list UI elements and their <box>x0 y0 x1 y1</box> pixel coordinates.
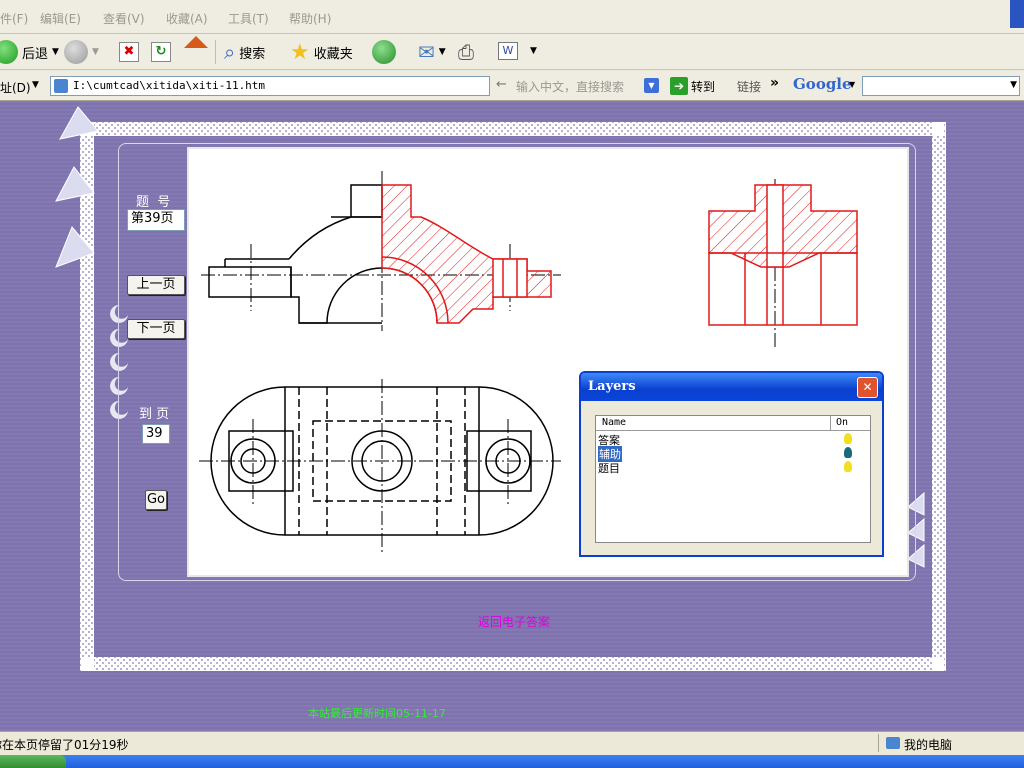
layer-name: 题目 <box>598 462 620 475</box>
google-toolbar-logo[interactable]: Google <box>793 75 852 93</box>
forward-arrow-icon <box>64 40 88 64</box>
menu-favorites[interactable]: 收藏(A) <box>166 10 208 27</box>
close-icon: ✕ <box>862 380 873 394</box>
back-label: 后退 <box>22 46 49 62</box>
page-number-field[interactable]: 第39页 <box>127 209 185 231</box>
layers-dialog-titlebar[interactable]: Layers ✕ <box>581 373 882 401</box>
hint-dropdown-icon[interactable]: ▼ <box>644 78 659 93</box>
layers-list[interactable]: Name On 答案 辅助 题目 <box>595 415 871 543</box>
links-label[interactable]: 链接 <box>737 78 761 95</box>
search-hint-field[interactable]: ← 输入中文，直接搜索 ▼ <box>494 76 664 96</box>
layers-dialog-title: Layers <box>588 379 636 394</box>
home-icon <box>184 36 208 48</box>
layer-row[interactable]: 题目 <box>596 460 870 475</box>
address-label: 址(D) <box>0 81 31 95</box>
chevron-right-icon[interactable]: » <box>770 75 779 91</box>
dropdown-arrow-icon[interactable]: ▼ <box>1010 80 1017 90</box>
stop-button[interactable]: ✖ <box>119 42 139 62</box>
history-button[interactable] <box>372 40 396 64</box>
computer-icon <box>886 737 900 749</box>
refresh-icon: ↻ <box>151 42 171 62</box>
home-button[interactable] <box>184 36 208 52</box>
lightbulb-on-icon[interactable] <box>844 447 852 458</box>
lightbulb-on-icon[interactable] <box>844 433 852 444</box>
menu-help[interactable]: 帮助(H) <box>289 10 331 27</box>
toolbar: 后退 ▼ ▼ ✖ ↻ ⌕ 搜索 ★ 收藏夹 ✉ ▼ ⎙ W ▼ <box>0 34 1024 70</box>
status-text: 你在本页停留了01分19秒 <box>0 738 129 752</box>
start-button[interactable] <box>0 755 66 768</box>
return-answers-link[interactable]: 返回电子答案 <box>478 613 550 630</box>
menu-edit[interactable]: 编辑(E) <box>40 10 81 27</box>
goto-page-label: 到 页 <box>139 407 170 422</box>
layers-dialog[interactable]: Layers ✕ Name On 答案 辅助 题目 <box>579 371 884 557</box>
printer-icon: ⎙ <box>458 40 474 64</box>
dropdown-arrow-icon: ▼ <box>32 80 39 90</box>
refresh-button[interactable]: ↻ <box>151 42 171 62</box>
search-hint: 输入中文，直接搜索 <box>516 80 625 94</box>
column-header-on[interactable]: On <box>836 417 848 428</box>
go-arrow-icon: ➔ <box>670 77 688 95</box>
dropdown-arrow-icon: ▼ <box>438 47 446 57</box>
address-input[interactable]: I:\cumtcad\xitida\xiti-11.htm <box>50 76 490 96</box>
address-bar: 址(D) ▼ I:\cumtcad\xitida\xiti-11.htm ← 输… <box>0 71 1024 101</box>
search-icon: ⌕ <box>224 40 236 64</box>
word-icon: W <box>498 42 518 60</box>
layers-list-header: Name On <box>596 416 870 431</box>
search-label: 搜索 <box>239 46 266 62</box>
column-header-name[interactable]: Name <box>602 417 626 428</box>
menu-view[interactable]: 查看(V) <box>103 10 145 27</box>
print-button[interactable]: ⎙ <box>458 40 474 64</box>
search-button[interactable]: ⌕ 搜索 <box>224 40 265 64</box>
menu-tools[interactable]: 工具(T) <box>228 10 269 27</box>
next-page-button[interactable]: 下一页 <box>127 319 185 339</box>
frame-border-right <box>932 122 946 671</box>
layer-row[interactable]: 辅助 <box>596 446 870 462</box>
security-zone: 我的电脑 <box>904 738 953 752</box>
back-button[interactable]: 后退 ▼ <box>0 40 59 64</box>
taskbar <box>0 755 1024 768</box>
back-arrow-icon <box>0 40 18 64</box>
go-label: 转到 <box>691 79 716 94</box>
frame-border-top <box>82 122 944 136</box>
column-divider <box>830 416 831 431</box>
history-icon <box>372 40 396 64</box>
address-url: I:\cumtcad\xitida\xiti-11.htm <box>73 79 266 92</box>
dropdown-arrow-icon: ▼ <box>849 80 856 89</box>
close-button[interactable]: ✕ <box>857 377 878 398</box>
dropdown-arrow-icon: ▼ <box>52 47 59 57</box>
page-content: 题 号 第39页 上一页 下一页 到 页 39 Go Layers ✕ Name… <box>0 101 1024 731</box>
side-view-section <box>708 184 858 326</box>
stop-icon: ✖ <box>119 42 139 62</box>
favorites-button[interactable]: ★ 收藏夹 <box>290 40 353 65</box>
page-icon <box>54 79 68 93</box>
mail-button[interactable]: ✉ ▼ <box>418 40 446 64</box>
go-button[interactable]: ➔ 转到 <box>670 76 715 96</box>
dropdown-arrow-icon: ▼ <box>530 46 537 56</box>
mail-icon: ✉ <box>418 40 435 64</box>
star-icon: ★ <box>290 40 310 65</box>
back-arrow-small-icon: ← <box>496 77 507 92</box>
footer-update-text: 本站最后更新时间05-11-17 <box>308 707 446 720</box>
status-bar: 你在本页停留了01分19秒 我的电脑 <box>0 731 1024 755</box>
forward-button[interactable]: ▼ <box>64 40 99 64</box>
menu-bar: 件(F) 编辑(E) 查看(V) 收藏(A) 工具(T) 帮助(H) <box>0 0 1024 34</box>
favorites-label: 收藏夹 <box>313 47 353 62</box>
dropdown-arrow-icon: ▼ <box>92 47 99 57</box>
lightbulb-on-icon[interactable] <box>844 461 852 472</box>
front-view-section <box>381 184 552 324</box>
google-search-input[interactable]: ▼ <box>862 76 1020 96</box>
go-page-button[interactable]: Go <box>145 490 167 510</box>
status-divider <box>878 734 879 752</box>
toolbar-separator <box>215 40 216 64</box>
frame-border-bottom <box>82 657 944 671</box>
edit-button[interactable]: W ▼ <box>498 42 537 60</box>
menu-file[interactable]: 件(F) <box>0 10 28 27</box>
front-view-left <box>208 184 383 324</box>
layer-row[interactable]: 答案 <box>596 432 870 447</box>
page-number-label: 题 号 <box>136 195 171 210</box>
goto-page-input[interactable]: 39 <box>142 424 170 444</box>
prev-page-button[interactable]: 上一页 <box>127 275 185 295</box>
ie-logo-icon <box>1010 0 1024 28</box>
